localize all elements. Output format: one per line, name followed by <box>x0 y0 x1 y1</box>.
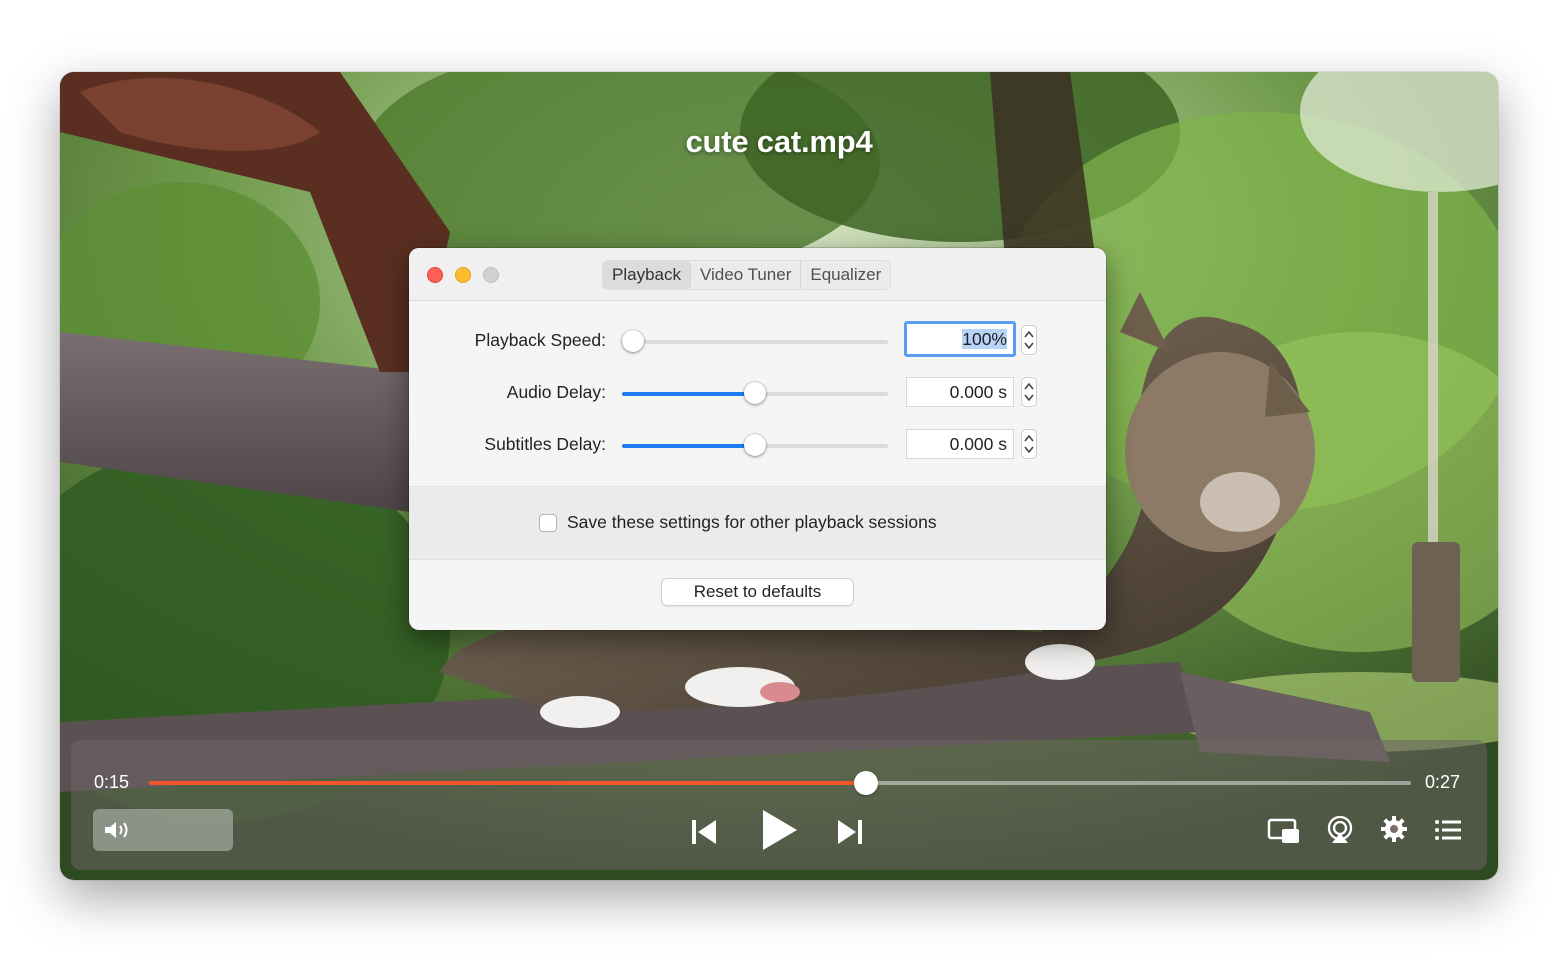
subtitles-delay-label: Subtitles Delay: <box>484 434 606 454</box>
playback-settings-dialog: Playback Video Tuner Equalizer Playback … <box>409 248 1106 630</box>
current-time: 0:15 <box>94 772 130 792</box>
next-icon[interactable] <box>834 818 864 846</box>
dialog-tabs: Playback Video Tuner Equalizer <box>602 260 892 290</box>
volume-icon <box>105 822 128 838</box>
save-settings-label[interactable]: Save these settings for other playback s… <box>567 512 937 533</box>
minimize-button[interactable] <box>455 267 471 283</box>
dialog-titlebar: Playback Video Tuner Equalizer <box>409 248 1106 301</box>
playback-speed-value: 100% <box>962 329 1007 349</box>
audio-delay-field[interactable]: 0.000 s <box>906 377 1014 407</box>
playback-speed-slider[interactable] <box>621 330 888 352</box>
progress-bar-fill <box>149 781 866 785</box>
volume-control[interactable] <box>93 809 233 851</box>
video-title: cute cat.mp4 <box>685 124 873 159</box>
duration-time: 0:27 <box>1425 772 1461 792</box>
audio-delay-row: Audio Delay: 0.000 s <box>409 373 1106 413</box>
playback-speed-field[interactable]: 100% <box>904 321 1016 357</box>
airplay-icon[interactable] <box>1325 815 1355 845</box>
progress-bar[interactable] <box>149 771 1411 795</box>
subtitles-delay-slider[interactable] <box>622 434 888 456</box>
reset-to-defaults-button[interactable]: Reset to defaults <box>661 578 854 606</box>
save-settings-checkbox[interactable] <box>539 514 557 532</box>
playback-speed-row: Playback Speed: 100% <box>409 321 1106 361</box>
stepper-arrows-icon <box>1024 330 1034 350</box>
playback-speed-label: Playback Speed: <box>474 330 606 350</box>
stepper-arrows-icon <box>1024 382 1034 402</box>
audio-delay-slider[interactable] <box>622 382 888 404</box>
audio-delay-slider-knob[interactable] <box>744 382 766 404</box>
playback-speed-stepper[interactable] <box>1021 325 1037 355</box>
audio-delay-stepper[interactable] <box>1021 377 1037 407</box>
tab-equalizer[interactable]: Equalizer <box>801 261 890 289</box>
subtitles-delay-stepper[interactable] <box>1021 429 1037 459</box>
playlist-icon[interactable] <box>1434 819 1462 841</box>
picture-in-picture-icon[interactable] <box>1267 818 1301 846</box>
save-settings-band: Save these settings for other playback s… <box>409 486 1106 560</box>
audio-delay-label: Audio Delay: <box>506 382 606 402</box>
tab-video-tuner[interactable]: Video Tuner <box>691 261 802 289</box>
subtitles-delay-slider-fill <box>622 444 755 448</box>
play-icon[interactable] <box>759 808 799 852</box>
stepper-arrows-icon <box>1024 434 1034 454</box>
previous-icon[interactable] <box>690 818 720 846</box>
subtitles-delay-field[interactable]: 0.000 s <box>906 429 1014 459</box>
audio-delay-slider-fill <box>622 392 755 396</box>
progress-bar-knob[interactable] <box>853 771 878 795</box>
close-button[interactable] <box>427 267 443 283</box>
video-player-window: cute cat.mp4 Playback Video Tuner Equali… <box>60 72 1498 880</box>
playback-speed-slider-knob[interactable] <box>621 330 644 352</box>
tab-playback[interactable]: Playback <box>603 261 691 289</box>
subtitles-delay-slider-knob[interactable] <box>744 434 766 456</box>
settings-gear-icon[interactable] <box>1380 815 1408 843</box>
playback-control-bar: 0:15 0:27 <box>71 740 1487 870</box>
zoom-button-disabled <box>483 267 499 283</box>
subtitles-delay-row: Subtitles Delay: 0.000 s <box>409 425 1106 465</box>
